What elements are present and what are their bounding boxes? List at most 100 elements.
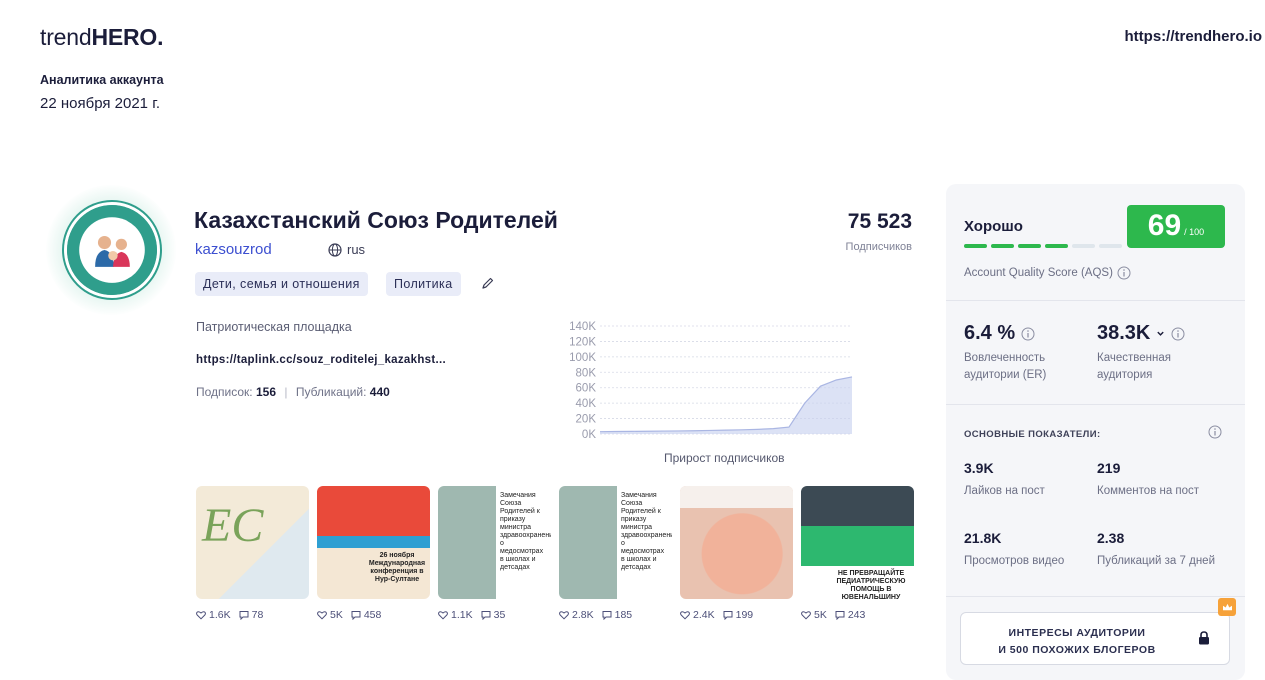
chart-y-tick-label: 20K <box>576 414 597 426</box>
quality-bar-segment <box>1072 244 1095 248</box>
post-stats: 1.6K 78 <box>196 609 309 621</box>
chart-x-label: Прирост подписчиков <box>664 451 785 465</box>
aqs-caption: Account Quality Score (AQS) <box>964 266 1131 280</box>
post-comments-value: 243 <box>847 609 866 621</box>
trendhero-logo[interactable]: trendHERO. <box>40 24 163 51</box>
post-logo-art: EC <box>202 499 264 552</box>
post-comments: 185 <box>602 609 633 621</box>
chart-y-tick-label: 100K <box>569 352 596 364</box>
post-thumbnail[interactable]: НЕ ПРЕВРАЩАЙТЕ ПЕДИАТРИЧЕСКУЮ ПОМОЩЬ В Ю… <box>801 486 914 599</box>
post-stats: 5K 243 <box>801 609 914 621</box>
report-date: 22 ноября 2021 г. <box>40 95 160 112</box>
post-comments: 458 <box>351 609 381 621</box>
followers-label: Подписчиков <box>845 241 912 253</box>
heart-icon <box>559 611 569 620</box>
info-icon[interactable] <box>1171 327 1185 341</box>
post-thumbnail[interactable]: Замечания Союза Родителей к приказу мини… <box>559 486 672 599</box>
post-comments: 199 <box>723 609 754 621</box>
post-card[interactable]: Замечания Союза Родителей к приказу мини… <box>438 486 551 621</box>
post-caption-text: Замечания Союза Родителей к приказу мини… <box>621 492 672 571</box>
video-views-label: Просмотров видео <box>964 555 1065 567</box>
tag-category[interactable]: Политика <box>386 272 461 296</box>
score-max: / 100 <box>1184 227 1205 237</box>
chart-y-tick-label: 140K <box>569 321 596 333</box>
language-indicator: rus <box>328 242 365 257</box>
post-comments-value: 78 <box>251 609 264 621</box>
site-url-link[interactable]: https://trendhero.io <box>1125 28 1263 45</box>
account-handle-link[interactable]: kazsouzrod <box>195 241 272 258</box>
follower-growth-chart[interactable]: 0K 20K 40K 60K 80K 100K 120K 140K <box>560 316 860 446</box>
post-thumbnail[interactable]: EC <box>196 486 309 599</box>
post-card[interactable]: 2.4K 199 <box>680 486 793 621</box>
edit-pencil-icon[interactable] <box>481 276 495 290</box>
comments-per-post-label: Комментов на пост <box>1097 485 1200 497</box>
comment-icon <box>481 611 491 620</box>
tag-category[interactable]: Дети, семья и отношения <box>195 272 368 296</box>
post-stats: 2.4K 199 <box>680 609 793 621</box>
post-likes: 5K <box>801 609 827 621</box>
post-thumbnail[interactable] <box>680 486 793 599</box>
post-comments-value: 185 <box>614 609 633 621</box>
quality-bar-segment <box>1018 244 1041 248</box>
comment-icon <box>351 611 361 620</box>
post-card[interactable]: 26 ноября Международная конференция в Ну… <box>317 486 430 621</box>
account-description: Патриотическая площадка <box>196 320 352 334</box>
audience-interests-button[interactable]: ИНТЕРЕСЫ АУДИТОРИИ И 500 ПОХОЖИХ БЛОГЕРО… <box>960 612 1230 665</box>
post-comments: 78 <box>239 609 264 621</box>
post-card[interactable]: EC 1.6K 78 <box>196 486 309 621</box>
post-likes-value: 5K <box>330 609 343 621</box>
followers-count: 75 523 <box>847 210 912 233</box>
quality-bar <box>964 244 1122 248</box>
aqs-label: Account Quality Score (AQS) <box>964 267 1113 279</box>
posts-count: 440 <box>369 385 390 399</box>
posts-per-week-label: Публикаций за 7 дней <box>1097 555 1215 567</box>
er-value: 6.4 % <box>964 322 1016 344</box>
info-icon[interactable] <box>1021 327 1035 341</box>
following-count: 156 <box>255 385 277 399</box>
quality-label: Хорошо <box>964 218 1023 235</box>
quality-bar-segment <box>991 244 1014 248</box>
post-comments: 35 <box>481 609 506 621</box>
comment-icon <box>602 611 612 620</box>
post-likes-value: 2.8K <box>572 609 594 621</box>
quality-audience-metric: 38.3K <box>1097 322 1185 345</box>
quality-bar-segment <box>964 244 987 248</box>
following-label: Подписок: <box>196 385 253 399</box>
counts-separator: | <box>284 385 288 399</box>
info-icon[interactable] <box>1117 266 1131 280</box>
post-comments-value: 199 <box>735 609 754 621</box>
chart-y-tick-label: 80K <box>576 367 597 379</box>
quality-bar-segment <box>1045 244 1068 248</box>
post-likes: 2.4K <box>680 609 715 621</box>
post-thumbnail[interactable]: Замечания Союза Родителей к приказу мини… <box>438 486 551 599</box>
post-likes: 2.8K <box>559 609 594 621</box>
post-card[interactable]: Замечания Союза Родителей к приказу мини… <box>559 486 672 621</box>
comments-per-post-value: 219 <box>1097 460 1121 476</box>
quality-bar-segment <box>1099 244 1122 248</box>
post-likes: 5K <box>317 609 343 621</box>
post-comments: 243 <box>835 609 866 621</box>
score-badge: 69 / 100 <box>1127 205 1225 248</box>
info-icon[interactable] <box>1208 425 1222 439</box>
heart-icon <box>680 611 690 620</box>
post-caption-text: НЕ ПРЕВРАЩАЙТЕ ПЕДИАТРИЧЕСКУЮ ПОМОЩЬ В Ю… <box>836 570 906 599</box>
post-likes: 1.1K <box>438 609 473 621</box>
er-metric: 6.4 % <box>964 322 1035 345</box>
comment-icon <box>723 611 733 620</box>
chart-y-tick-label: 40K <box>576 398 597 410</box>
post-card[interactable]: НЕ ПРЕВРАЩАЙТЕ ПЕДИАТРИЧЕСКУЮ ПОМОЩЬ В Ю… <box>801 486 914 621</box>
video-views-value: 21.8K <box>964 530 1002 546</box>
chart-y-tick-label: 120K <box>569 336 596 348</box>
post-overlay-banner <box>680 486 793 508</box>
bio-link[interactable]: https://taplink.cc/souz_roditelej_kazakh… <box>196 354 446 366</box>
chevron-down-icon[interactable] <box>1156 329 1165 338</box>
avatar[interactable] <box>64 202 160 298</box>
report-title: Аналитика аккаунта <box>40 73 164 87</box>
post-thumbnail[interactable]: 26 ноября Международная конференция в Ну… <box>317 486 430 599</box>
post-stats: 2.8K 185 <box>559 609 672 621</box>
panel-divider <box>946 404 1245 405</box>
post-likes-value: 2.4K <box>693 609 715 621</box>
heart-icon <box>801 611 811 620</box>
post-comments-value: 35 <box>493 609 506 621</box>
quality-audience-value: 38.3K <box>1097 322 1151 344</box>
